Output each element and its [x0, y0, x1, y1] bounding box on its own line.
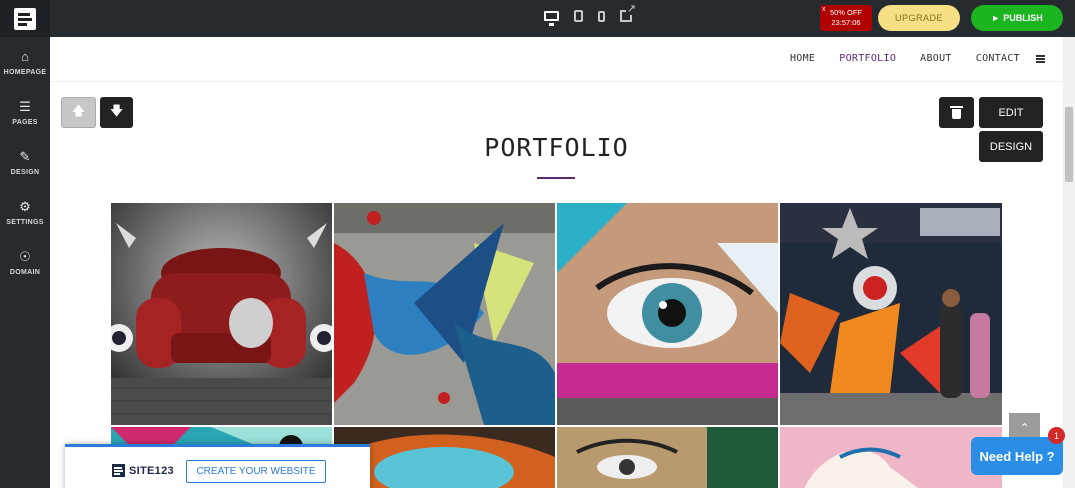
site123-logo-icon [112, 464, 125, 477]
portfolio-item-eye-mural[interactable] [557, 203, 778, 425]
trash-icon [950, 106, 963, 119]
eye-mural-image [557, 203, 778, 425]
preview-external-button[interactable] [620, 4, 636, 22]
help-notification-badge: 1 [1048, 427, 1065, 444]
need-help-button[interactable]: Need Help ? [971, 437, 1063, 475]
edit-button[interactable]: EDIT [979, 97, 1043, 128]
device-switcher [544, 4, 647, 26]
nav-links: HOME PORTFOLIO ABOUT CONTACT [766, 53, 1045, 64]
armchair-image [111, 203, 332, 425]
megaphone-icon: ► [991, 13, 1001, 23]
portfolio-item-street-art-wall[interactable] [780, 203, 1002, 425]
phone-icon [598, 10, 605, 22]
globe-icon: ☉ [19, 248, 31, 264]
section-title: PORTFOLIO [484, 133, 629, 162]
move-section-up-button[interactable]: 🡅 [61, 97, 96, 128]
sidebar-item-label: SETTINGS [6, 218, 44, 226]
create-website-button[interactable]: CREATE YOUR WEBSITE [186, 460, 326, 483]
chevron-up-icon: ⌃ [1019, 420, 1030, 435]
gear-icon: ⚙ [19, 198, 31, 214]
arrow-down-icon: 🡇 [109, 102, 124, 118]
discount-timer-badge[interactable]: x 50% OFF 23:57:06 [820, 5, 872, 31]
nav-link-home[interactable]: HOME [790, 53, 815, 64]
publish-label: PUBLISH [1003, 13, 1043, 23]
portfolio-item-row2-4[interactable] [780, 427, 1002, 488]
sidebar-item-settings[interactable]: ⚙ SETTINGS [0, 187, 50, 237]
site123-promo-bar: SITE123 CREATE YOUR WEBSITE [65, 444, 370, 488]
mobile-view-button[interactable] [598, 10, 605, 22]
sidebar-item-design[interactable]: ✎ DESIGN [0, 137, 50, 187]
nav-link-portfolio[interactable]: PORTFOLIO [839, 53, 896, 64]
street-art-wall-image [780, 203, 1002, 425]
upgrade-button[interactable]: UPGRADE [878, 5, 960, 31]
nav-link-contact[interactable]: CONTACT [976, 53, 1020, 64]
portfolio-item-row2-3[interactable] [557, 427, 778, 488]
sidebar-item-label: DOMAIN [9, 268, 41, 276]
portfolio-item-graffiti-abstract[interactable] [334, 203, 555, 425]
desktop-icon [544, 11, 559, 26]
tablet-view-button[interactable] [574, 10, 583, 22]
scrollbar-thumb[interactable] [1065, 107, 1073, 182]
nav-link-about[interactable]: ABOUT [920, 53, 952, 64]
external-link-icon [620, 4, 636, 22]
sidebar-item-label: HOMEPAGE [3, 68, 47, 76]
sidebar-item-domain[interactable]: ☉ DOMAIN [0, 237, 50, 287]
editor-topbar: x 50% OFF 23:57:06 UPGRADE ► PUBLISH [50, 0, 1075, 37]
desktop-view-button[interactable] [544, 11, 559, 26]
site-navbar: HOME PORTFOLIO ABOUT CONTACT [50, 37, 1063, 82]
site123-brand[interactable]: SITE123 [112, 464, 174, 477]
tablet-icon [574, 10, 583, 22]
editor-sidebar: ⌂ HOMEPAGE ☰ PAGES ✎ DESIGN ⚙ SETTINGS ☉… [0, 0, 50, 488]
menu-icon[interactable] [1036, 54, 1045, 63]
row2-3-image [557, 427, 778, 488]
page-scrollbar[interactable] [1063, 37, 1075, 488]
sidebar-item-label: DESIGN [10, 168, 40, 176]
graffiti-abstract-image [334, 203, 555, 425]
brush-icon: ✎ [19, 148, 31, 164]
promo-close[interactable]: x [822, 5, 826, 15]
home-icon: ⌂ [21, 49, 29, 64]
sidebar-item-label: PAGES [12, 118, 38, 126]
site123-brand-text: SITE123 [129, 464, 174, 477]
logo-icon [14, 7, 36, 30]
site123-logo[interactable] [0, 0, 50, 37]
promo-discount: 50% OFF [829, 8, 863, 17]
portfolio-item-armchair[interactable] [111, 203, 332, 425]
move-section-down-button[interactable]: 🡇 [100, 97, 133, 128]
sidebar-item-pages[interactable]: ☰ PAGES [0, 87, 50, 137]
pages-icon: ☰ [19, 98, 31, 114]
publish-button[interactable]: ► PUBLISH [971, 5, 1063, 31]
delete-section-button[interactable] [939, 97, 974, 128]
row2-4-image [780, 427, 1002, 488]
arrow-up-icon: 🡅 [71, 102, 86, 118]
title-underline [537, 177, 575, 179]
sidebar-item-homepage[interactable]: ⌂ HOMEPAGE [0, 37, 50, 87]
promo-countdown: 23:57:06 [831, 18, 861, 27]
site-preview: HOME PORTFOLIO ABOUT CONTACT 🡅 🡇 EDIT DE… [50, 37, 1063, 488]
